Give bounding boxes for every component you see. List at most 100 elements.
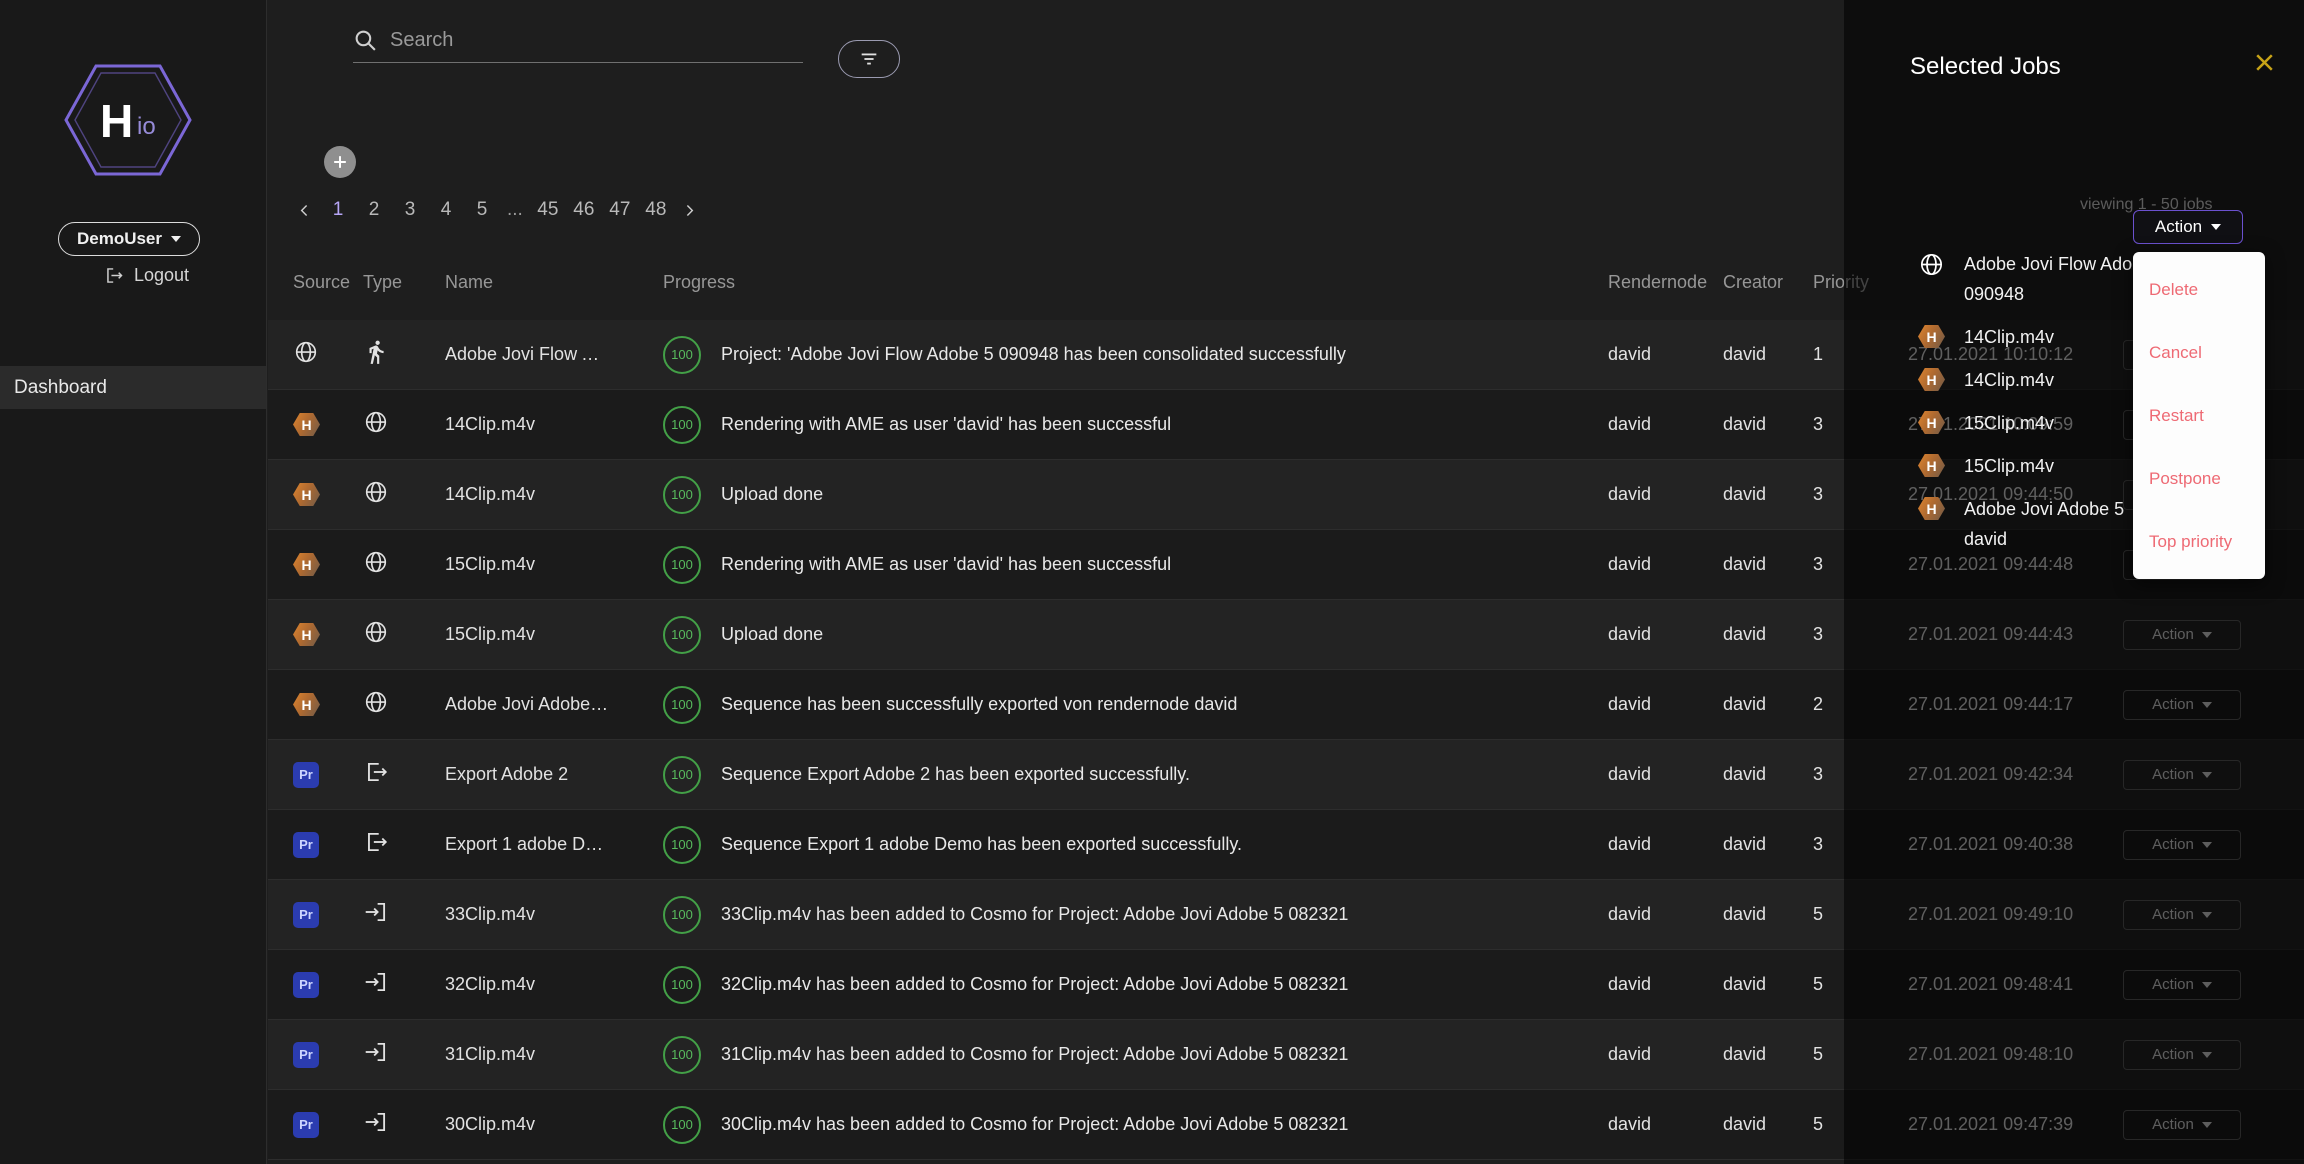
sidebar-item-dashboard[interactable]: Dashboard (0, 366, 266, 409)
job-message: Upload done (721, 484, 823, 505)
progress-badge: 100 (663, 1036, 701, 1074)
selected-job-line: 14Clip.m4v (1964, 365, 2054, 395)
menu-item-top-priority[interactable]: Top priority (2133, 510, 2265, 573)
job-name: 33Clip.m4v (445, 904, 663, 926)
globe-icon (293, 339, 319, 365)
job-rendernode: david (1608, 1044, 1723, 1065)
import-icon (363, 969, 389, 995)
job-name: Adobe Jovi Adobe 5 082321 (445, 694, 663, 716)
sidebar: H io DemoUser Logout Dashboard (0, 0, 267, 1164)
col-creator: Creator (1723, 272, 1813, 293)
panel-title: Selected Jobs (1910, 53, 2061, 81)
page-button[interactable]: 45 (537, 199, 559, 221)
job-type (363, 1109, 445, 1140)
job-creator: david (1723, 1114, 1813, 1135)
hexagon-h-icon: H (1918, 367, 1945, 392)
job-rendernode: david (1608, 904, 1723, 925)
job-name-text: 14Clip.m4v (445, 414, 535, 435)
page-button[interactable]: 4 (435, 199, 457, 221)
job-rendernode: david (1608, 554, 1723, 575)
premiere-icon: Pr (293, 972, 319, 998)
selected-job-line: 15Clip.m4v (1964, 451, 2054, 481)
page-button[interactable]: 2 (363, 199, 385, 221)
job-name-text: Export 1 adobe Demo (445, 834, 610, 855)
job-rendernode: david (1608, 764, 1723, 785)
menu-item-delete[interactable]: Delete (2133, 258, 2265, 321)
panel-action-label: Action (2155, 217, 2202, 237)
progress-badge: 100 (663, 756, 701, 794)
svg-text:io: io (137, 113, 156, 140)
page-button[interactable]: 3 (399, 199, 421, 221)
job-progress: 100Upload done (663, 616, 1608, 654)
job-progress: 10033Clip.m4v has been added to Cosmo fo… (663, 896, 1608, 934)
export-icon (363, 759, 389, 785)
job-type (363, 619, 445, 650)
job-type (363, 759, 445, 790)
job-source: Pr (293, 762, 363, 788)
page-button[interactable]: 5 (471, 199, 493, 221)
svg-text:H: H (100, 95, 133, 147)
page-button[interactable]: 46 (573, 199, 595, 221)
logout-button[interactable]: Logout (104, 265, 189, 286)
pagination: 12345...45464748 (296, 194, 698, 226)
job-type (363, 549, 445, 580)
job-rendernode: david (1608, 834, 1723, 855)
selected-job-name: 14Clip.m4v (1964, 322, 2054, 352)
job-name-text: 15Clip.m4v (445, 624, 535, 645)
col-rendernode: Rendernode (1608, 272, 1723, 293)
progress-badge: 100 (663, 686, 701, 724)
selected-job-name: 15Clip.m4v (1964, 408, 2054, 438)
selected-job-line: Adobe Jovi Adobe 5 (1964, 494, 2124, 524)
progress-badge: 100 (663, 336, 701, 374)
premiere-icon: Pr (293, 902, 319, 928)
job-progress: 10030Clip.m4v has been added to Cosmo fo… (663, 1106, 1608, 1144)
job-progress: 100Rendering with AME as user 'david' ha… (663, 546, 1608, 584)
job-name-text: Adobe Jovi Adobe 5 082321 (445, 694, 610, 715)
hexagon-h-icon: H (293, 482, 320, 507)
menu-item-cancel[interactable]: Cancel (2133, 321, 2265, 384)
close-icon[interactable] (2246, 44, 2282, 80)
progress-badge: 100 (663, 966, 701, 1004)
menu-item-restart[interactable]: Restart (2133, 384, 2265, 447)
job-rendernode: david (1608, 344, 1723, 365)
job-name-text: 14Clip.m4v (445, 484, 535, 505)
job-source: Pr (293, 1042, 363, 1068)
chevron-right-icon[interactable] (681, 202, 698, 219)
page-button[interactable]: 1 (327, 199, 349, 221)
job-message: Sequence has been successfully exported … (721, 694, 1237, 715)
job-type (363, 1039, 445, 1070)
job-progress: 100 Sequence has been successfully export… (663, 686, 1608, 724)
job-creator: david (1723, 764, 1813, 785)
page-button[interactable]: 48 (645, 199, 667, 221)
action-dropdown-menu: DeleteCancelRestartPostponeTop priority (2133, 252, 2265, 579)
job-type (363, 339, 445, 370)
premiere-icon: Pr (293, 1042, 319, 1068)
job-creator: david (1723, 414, 1813, 435)
chevron-left-icon[interactable] (296, 202, 313, 219)
job-creator: david (1723, 694, 1813, 715)
filter-icon (858, 48, 880, 70)
search-bar (353, 28, 803, 63)
hexagon-h-icon: H (293, 412, 320, 437)
job-message: Sequence Export 1 adobe Demo has been ex… (721, 834, 1242, 855)
job-message: 31Clip.m4v has been added to Cosmo for P… (721, 1044, 1348, 1065)
user-dropdown[interactable]: DemoUser (58, 222, 200, 256)
plus-icon (330, 152, 350, 172)
job-creator: david (1723, 974, 1813, 995)
job-message: Rendering with AME as user 'david' has b… (721, 554, 1171, 575)
premiere-icon: Pr (293, 832, 319, 858)
job-name: Export Adobe 2 (445, 764, 663, 786)
page-button[interactable]: 47 (609, 199, 631, 221)
progress-badge: 100 (663, 616, 701, 654)
job-progress: 10032Clip.m4v has been added to Cosmo fo… (663, 966, 1608, 1004)
filter-button[interactable] (838, 40, 900, 78)
menu-item-postpone[interactable]: Postpone (2133, 447, 2265, 510)
job-progress: 100Sequence Export Adobe 2 has been expo… (663, 756, 1608, 794)
job-creator: david (1723, 834, 1813, 855)
add-job-button[interactable] (324, 146, 356, 178)
col-source: Source (293, 272, 363, 293)
panel-action-button[interactable]: Action (2133, 210, 2243, 244)
hexagon-h-icon: H (1918, 496, 1945, 521)
search-input[interactable] (390, 29, 803, 52)
job-message: Project: 'Adobe Jovi Flow Adobe 5 090948… (721, 344, 1346, 365)
